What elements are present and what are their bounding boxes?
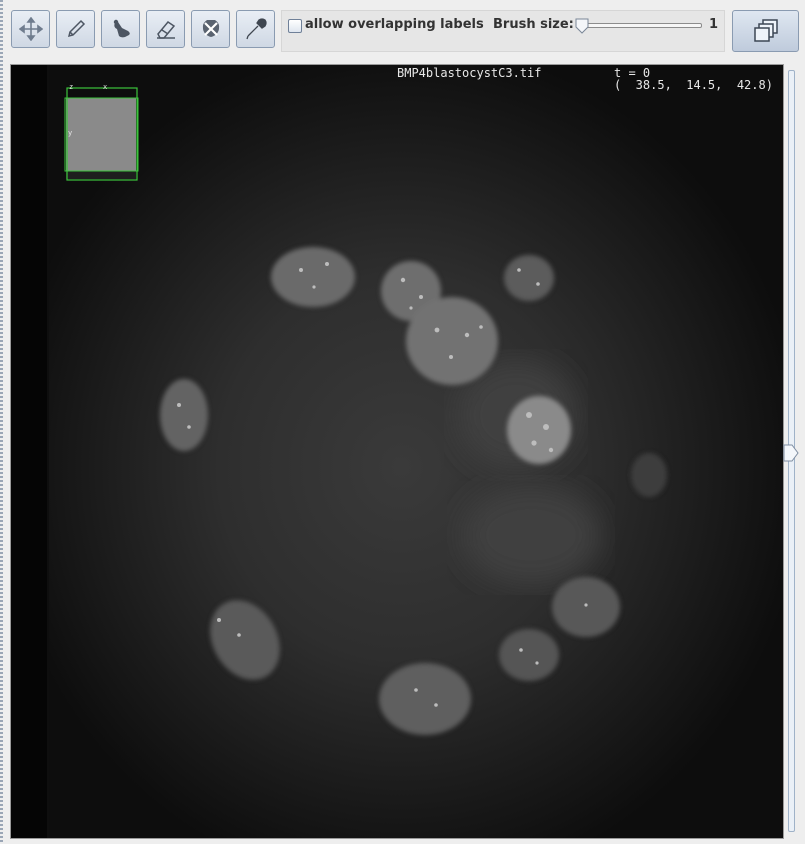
stack-view-button[interactable] (732, 10, 799, 52)
picker-tool-button[interactable] (236, 10, 275, 48)
allow-overlapping-label: allow overlapping labels (305, 17, 484, 32)
fill-bucket-icon (113, 19, 130, 38)
window-edge (0, 0, 3, 844)
overview-navigator[interactable] (64, 87, 139, 181)
overview-axis-x: x (103, 83, 108, 91)
image-title: BMP4blastocystC3.tif (397, 66, 542, 80)
brush-size-label: Brush size: (493, 17, 574, 32)
delete-label-icon (202, 20, 219, 37)
eraser-icon (156, 21, 175, 39)
move-arrows-icon (18, 17, 43, 41)
overview-axis-y: y (68, 129, 73, 137)
microscopy-image (11, 65, 783, 838)
label-options-panel: allow overlapping labels Brush size: 1 (281, 10, 725, 52)
pencil-icon (67, 19, 85, 38)
fill-tool-button[interactable] (101, 10, 140, 48)
brush-size-value: 1 (709, 17, 719, 32)
move-tool-button[interactable] (11, 10, 50, 48)
cursor-coordinates-readout: ( 38.5, 14.5, 42.8) (614, 78, 773, 92)
brush-size-slider-thumb[interactable] (575, 18, 589, 34)
overview-axis-z: z (69, 83, 74, 91)
allow-overlapping-checkbox[interactable] (288, 19, 302, 33)
draw-tool-button[interactable] (56, 10, 95, 48)
erase-tool-button[interactable] (146, 10, 185, 48)
brush-size-slider[interactable] (579, 23, 702, 28)
color-picker-icon (245, 18, 267, 40)
time-slider-thumb[interactable] (783, 444, 799, 462)
image-viewer[interactable]: z x y BMP4blastocystC3.tif t = 0 ( 38.5,… (10, 64, 784, 839)
layers-icon (753, 19, 778, 42)
delete-label-tool-button[interactable] (191, 10, 230, 48)
